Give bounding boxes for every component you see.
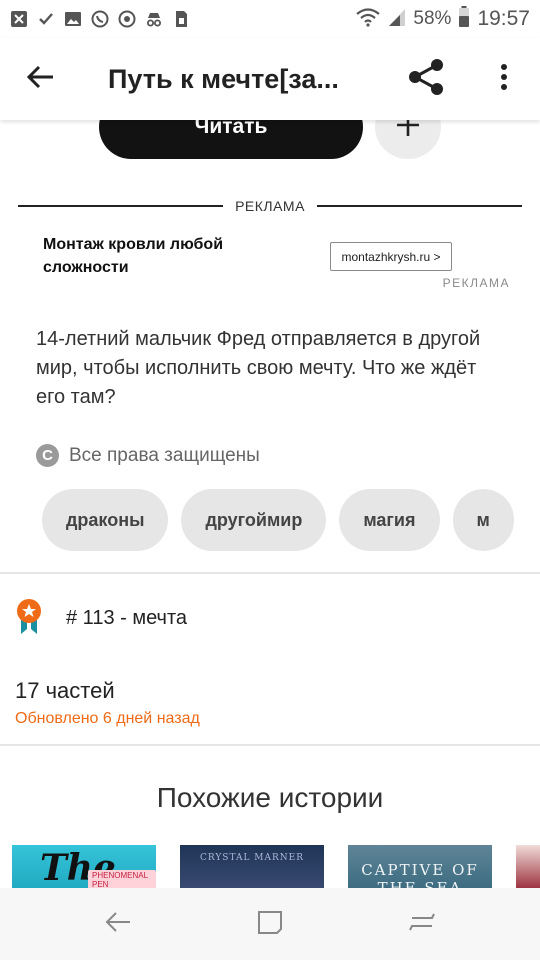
page-title: Путь к мечте[за... (108, 63, 339, 94)
story-details-screen: 58% 19:57 Читать Путь к мечте[за... РЕКЛ… (0, 0, 540, 960)
story-cover[interactable]: The PHENOMENAL PEN (12, 845, 156, 890)
copyright-icon: C (36, 444, 59, 467)
incognito-icon (145, 10, 163, 28)
notification-icons (10, 10, 190, 28)
cover-author: CRYSTAL MARNER (199, 853, 305, 863)
story-cover[interactable]: CAPTIVE OF THE SEA (348, 845, 492, 890)
ad-text[interactable]: Монтаж кровли любой сложности (43, 233, 273, 279)
clock: 19:57 (477, 7, 530, 30)
story-description: 14-летний мальчик Фред отправляется в др… (36, 328, 481, 408)
more-options-button[interactable] (484, 55, 524, 103)
battery-percent: 58% (413, 8, 452, 29)
wifi-icon (355, 7, 381, 32)
nav-back-icon (104, 910, 132, 939)
tag-list: драконы другоймир магия м (42, 489, 516, 551)
cover-badge: PHENOMENAL PEN (88, 870, 156, 890)
copyright-text: Все права защищены (69, 444, 260, 466)
sim-icon (172, 10, 190, 28)
share-icon (406, 57, 446, 102)
section-divider (0, 572, 540, 574)
ranking-badge-icon (14, 598, 44, 638)
tag-chip[interactable]: магия (339, 489, 440, 551)
nav-recents-button[interactable] (404, 906, 440, 942)
similar-stories-heading: Похожие истории (156, 782, 384, 813)
tag-chip[interactable]: м (452, 489, 514, 551)
story-cover[interactable]: CRYSTAL MARNER (180, 845, 324, 890)
divider (316, 205, 523, 207)
updated-text: Обновлено 6 дней назад (15, 710, 200, 727)
tag-chip[interactable]: другоймир (181, 489, 327, 551)
signal-icon (388, 7, 406, 32)
whatsapp-icon (91, 10, 109, 28)
nav-home-button[interactable] (252, 906, 288, 942)
divider (18, 205, 224, 207)
cover-title: CAPTIVE OF (361, 861, 479, 879)
camera-icon (118, 10, 136, 28)
copyright-row: C Все права защищены (36, 444, 260, 467)
ranking-row[interactable]: # 113 - мечта (14, 598, 187, 638)
app-toolbar: Путь к мечте[за... (0, 38, 540, 120)
system-nav-bar (0, 888, 540, 960)
story-cover[interactable] (516, 845, 540, 890)
nav-recents-icon (408, 909, 436, 940)
ad-link-button[interactable]: montazhkrysh.ru > (330, 242, 452, 271)
back-button[interactable] (0, 38, 82, 120)
battery-icon (458, 5, 470, 33)
more-vertical-icon (500, 63, 508, 96)
check-icon (37, 10, 55, 28)
ranking-text: # 113 - мечта (66, 606, 188, 629)
share-button[interactable] (400, 55, 452, 103)
nav-home-icon (257, 909, 283, 940)
tag-chip[interactable]: драконы (42, 489, 169, 551)
ad-label: РЕКЛАМА (235, 198, 305, 214)
arrow-back-icon (26, 65, 55, 94)
section-divider (0, 744, 540, 746)
system-status: 58% 19:57 (355, 5, 530, 33)
nav-back-button[interactable] (100, 906, 136, 942)
status-bar: 58% 19:57 (0, 0, 540, 38)
missed-call-icon (10, 10, 28, 28)
parts-count[interactable]: 17 частей (15, 678, 115, 704)
ad-sublabel: РЕКЛАМА (442, 276, 510, 290)
gallery-icon (64, 10, 82, 28)
ad-header: РЕКЛАМА (18, 196, 523, 216)
